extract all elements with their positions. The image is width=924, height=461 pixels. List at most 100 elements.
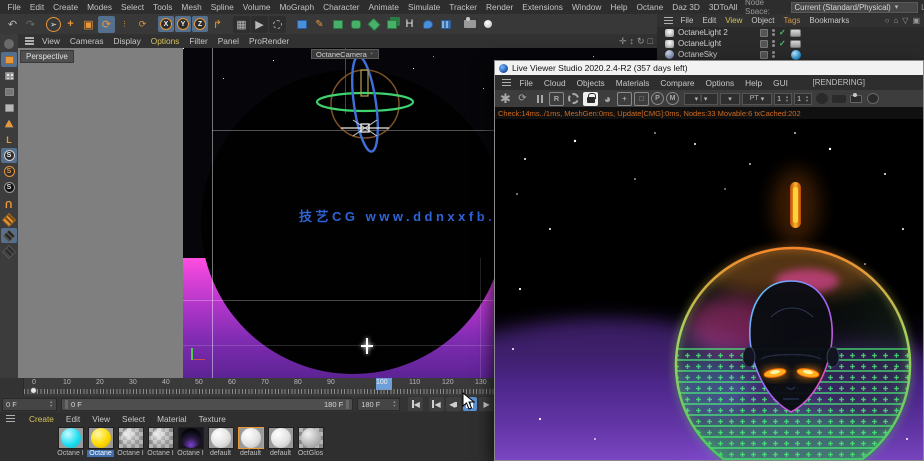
deformer-icon[interactable] — [365, 16, 382, 33]
lv-menu-compare[interactable]: Compare — [655, 78, 700, 88]
material-item[interactable]: default — [207, 427, 234, 457]
snap-magnet-icon[interactable]: U — [1, 196, 17, 211]
render-to-picture-icon[interactable]: ▶ — [251, 15, 268, 33]
solo-single-icon[interactable]: S — [1, 164, 17, 179]
redo-icon[interactable]: ↷ — [22, 16, 39, 33]
vp-menu-options[interactable]: Options — [146, 36, 185, 46]
make-editable-icon[interactable] — [1, 36, 17, 51]
om-menu-bookmarks[interactable]: Bookmarks — [805, 16, 854, 25]
scale-tool-icon[interactable]: ▣ — [80, 16, 97, 33]
array-grid-icon[interactable] — [437, 16, 454, 33]
material-item[interactable]: default — [267, 427, 294, 457]
menu-daz3d[interactable]: Daz 3D — [668, 2, 705, 12]
lv-menu-cloud[interactable]: Cloud — [538, 78, 571, 88]
region-icon[interactable]: □ — [634, 91, 649, 106]
menu-mograph[interactable]: MoGraph — [275, 2, 319, 12]
render-view-icon[interactable]: ▦ — [233, 15, 250, 33]
pan-view-icon[interactable]: ✛ — [619, 36, 627, 47]
last-tool-icon[interactable]: ⋮ — [116, 16, 133, 33]
om-menu-edit[interactable]: Edit — [698, 16, 721, 25]
cube-primitive-icon[interactable] — [293, 16, 310, 33]
globe-toggle-icon[interactable] — [865, 92, 880, 106]
menu-modes[interactable]: Modes — [83, 2, 117, 12]
menu-tools[interactable]: Tools — [149, 2, 177, 12]
pick-material-icon[interactable]: P — [651, 92, 664, 105]
playhead[interactable] — [30, 387, 37, 394]
rotate-view-icon[interactable]: ↻ — [637, 36, 645, 47]
subdivision-surface-icon[interactable] — [329, 16, 346, 33]
add-aov-icon[interactable]: + — [617, 91, 632, 106]
hamburger-icon[interactable] — [6, 414, 15, 423]
menu-simulate[interactable]: Simulate — [403, 2, 444, 12]
mat-menu-edit[interactable]: Edit — [60, 414, 86, 424]
restart-render-icon[interactable]: ⟳ — [515, 92, 530, 106]
menu-help[interactable]: Help — [606, 2, 632, 12]
axis-mode-icon[interactable]: L — [1, 132, 17, 147]
om-menu-tags[interactable]: Tags — [779, 16, 805, 25]
material-item[interactable]: Octane I — [177, 427, 204, 457]
search-icon[interactable]: ○ — [885, 16, 890, 25]
workplane-lock-icon[interactable] — [1, 228, 17, 243]
vp-menu-prorender[interactable]: ProRender — [244, 36, 294, 46]
node-space-dropdown[interactable]: Current (Standard/Physical) ▾ — [790, 1, 919, 13]
home-icon[interactable]: ⌂ — [893, 16, 898, 25]
menu-mesh[interactable]: Mesh — [177, 2, 206, 12]
visibility-checkbox[interactable] — [760, 28, 768, 37]
om-menu-file[interactable]: File — [676, 16, 698, 25]
range-start-grip[interactable] — [65, 399, 69, 409]
zoom-view-icon[interactable]: ↕ — [630, 36, 635, 47]
menu-render[interactable]: Render — [482, 2, 518, 12]
cloner-icon[interactable] — [383, 16, 400, 33]
menu-octane[interactable]: Octane — [632, 2, 668, 12]
stepper-icon[interactable]: ▲ ▼ — [49, 400, 53, 408]
current-frame-field[interactable]: 0 F ▲ ▼ — [2, 397, 58, 411]
menu-select[interactable]: Select — [116, 2, 148, 12]
light-tag-icon[interactable] — [789, 39, 801, 48]
menu-file[interactable]: File — [3, 2, 25, 12]
menu-window[interactable]: Window — [567, 2, 606, 12]
lv-menu-gui[interactable]: GUI — [768, 78, 794, 88]
menu-extensions[interactable]: Extensions — [518, 2, 568, 12]
material-item[interactable]: Octane — [87, 427, 114, 457]
generator-icon[interactable] — [347, 16, 364, 33]
material-item[interactable]: Octane I — [117, 427, 144, 457]
samples-spinner[interactable]: 1 ▲ ▼ — [774, 92, 792, 105]
bounces-spinner[interactable]: 1 ▲ ▼ — [794, 92, 812, 105]
reset-icon[interactable]: R — [549, 91, 564, 106]
vp-menu-view[interactable]: View — [37, 36, 65, 46]
workplane-mode-icon[interactable] — [1, 244, 17, 259]
filter-icon[interactable]: ▽ — [902, 16, 908, 25]
timeline-left-controls[interactable] — [0, 378, 24, 396]
light-tag-icon[interactable] — [789, 28, 801, 37]
view-mode-dropdown[interactable]: ▾ — [720, 92, 740, 105]
menu-edit[interactable]: Edit — [25, 2, 48, 12]
object-row-octanesky[interactable]: OctaneSky — [657, 49, 924, 60]
hamburger-icon[interactable] — [502, 78, 511, 87]
vp-menu-filter[interactable]: Filter — [184, 36, 212, 46]
viewport-solo-icon[interactable]: S — [1, 148, 17, 163]
settings-gear-icon[interactable] — [566, 92, 581, 106]
rotate-alt-icon[interactable]: ⟳ — [134, 16, 151, 33]
enabled-check-icon[interactable]: ✓ — [779, 28, 786, 37]
lv-menu-materials[interactable]: Materials — [610, 78, 655, 88]
octane-star-icon[interactable]: ✱ — [498, 91, 513, 106]
pause-render-icon[interactable] — [532, 92, 547, 106]
tweak-mode-icon[interactable] — [1, 116, 17, 131]
menu-tracker[interactable]: Tracker — [445, 2, 482, 12]
field-icon[interactable]: H — [401, 16, 418, 33]
material-item[interactable]: Octane I — [57, 427, 84, 457]
prev-frame-button[interactable]: ◀ — [445, 397, 461, 411]
material-item[interactable]: Octane I — [147, 427, 174, 457]
pen-spline-icon[interactable]: ✎ — [311, 16, 328, 33]
menu-volume[interactable]: Volume — [238, 2, 275, 12]
undo-icon[interactable]: ↶ — [4, 16, 21, 33]
vp-menu-panel[interactable]: Panel — [213, 36, 244, 46]
z-axis-lock-button[interactable]: Z — [192, 16, 208, 32]
visibility-dots[interactable] — [772, 29, 775, 36]
range-end-grip[interactable] — [346, 399, 350, 409]
coordinate-system-icon[interactable]: ↱ — [209, 16, 226, 33]
camera-toggle-icon[interactable] — [848, 92, 863, 106]
hamburger-icon[interactable] — [25, 37, 34, 45]
lv-menu-objects[interactable]: Objects — [571, 78, 610, 88]
edge-mode-icon[interactable] — [1, 84, 17, 99]
